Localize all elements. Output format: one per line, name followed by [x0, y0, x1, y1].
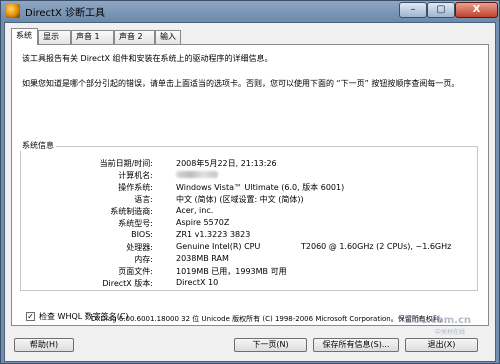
save-all-info-button[interactable]: 保存所有信息(S)... [313, 338, 399, 352]
tab-sound-2[interactable]: 声音 2 [114, 30, 155, 44]
info-row-manufacturer: 系统制造商: Acer, inc. [12, 206, 490, 217]
maximize-button[interactable]: ▢ [427, 2, 455, 18]
window-title: DirectX 诊断工具 [25, 8, 105, 19]
copyright-footer: DxDiag 6.00.6001.18000 32 位 Unicode 版权所有… [91, 315, 447, 323]
info-value: 2038MB RAM [176, 254, 229, 263]
info-label: 语言: [134, 195, 153, 204]
info-row-computer-name: 计算机名: [12, 170, 490, 181]
info-value: Acer, inc. [176, 206, 214, 215]
info-row-datetime: 当前日期/时间: 2008年5月22日, 21:13:26 [12, 158, 490, 169]
dxdiag-window: DirectX 诊断工具 – ▢ X 系统 显示 声音 1 声音 2 输入 该工… [0, 0, 500, 364]
info-label: BIOS: [131, 230, 153, 239]
next-page-button[interactable]: 下一页(N) [234, 338, 307, 352]
info-label: 系统制造商: [110, 207, 153, 216]
info-row-memory: 内存: 2038MB RAM [12, 254, 490, 265]
exit-button[interactable]: 退出(X) [405, 338, 478, 352]
info-value: Genuine Intel(R) CPU [176, 242, 261, 251]
dialog-client-area: 系统 显示 声音 1 声音 2 输入 该工具报告有关 DirectX 组件和安装… [4, 22, 496, 362]
watermark-caption: 中关村在线 [435, 329, 466, 336]
info-value: ZR1 v1.3223 3823 [176, 230, 251, 239]
info-value: 中文 (简体) (区域设置: 中文 (简体)) [176, 195, 304, 204]
intro-text-1: 该工具报告有关 DirectX 组件和安装在系统上的驱动程序的详细信息。 [22, 54, 273, 63]
tab-display[interactable]: 显示 [38, 30, 71, 44]
title-bar[interactable]: DirectX 诊断工具 – ▢ X [1, 1, 499, 22]
directx-app-icon [6, 4, 20, 18]
tab-system[interactable]: 系统 [11, 28, 38, 45]
whql-checkbox[interactable]: ✓ [26, 312, 35, 321]
info-row-os: 操作系统: Windows Vista™ Ultimate (6.0, 版本 6… [12, 182, 490, 193]
minimize-button[interactable]: – [399, 2, 427, 18]
info-row-language: 语言: 中文 (简体) (区域设置: 中文 (简体)) [12, 194, 490, 205]
info-row-processor: 处理器: Genuine Intel(R) CPU T2060 @ 1.60GH… [12, 242, 490, 253]
info-label: DirectX 版本: [102, 279, 153, 288]
help-button[interactable]: 帮助(H) [14, 338, 74, 352]
info-value-cpu-speed: T2060 @ 1.60GHz (2 CPUs), ~1.6GHz [301, 242, 452, 251]
info-value: DirectX 10 [176, 278, 219, 287]
info-value: Windows Vista™ Ultimate (6.0, 版本 6001) [176, 183, 345, 192]
system-info-label: 系统信息 [20, 140, 56, 151]
info-label: 页面文件: [118, 267, 153, 276]
computer-name-redacted [176, 170, 218, 179]
info-row-bios: BIOS: ZR1 v1.3223 3823 [12, 230, 490, 241]
info-label: 当前日期/时间: [99, 159, 153, 168]
system-tab-panel: 该工具报告有关 DirectX 组件和安装在系统上的驱动程序的详细信息。 如果您… [11, 44, 489, 326]
info-row-directx: DirectX 版本: DirectX 10 [12, 278, 490, 289]
tab-sound-1[interactable]: 声音 1 [71, 30, 114, 44]
info-label: 系统型号: [118, 219, 153, 228]
info-value: Aspire 5570Z [176, 218, 230, 227]
info-row-pagefile: 页面文件: 1019MB 已用，1993MB 可用 [12, 266, 490, 277]
watermark-logo: ZOL.com.cn [405, 315, 471, 326]
info-label: 操作系统: [118, 183, 153, 192]
tab-input[interactable]: 输入 [155, 30, 181, 44]
info-label: 计算机名: [118, 171, 153, 180]
info-value: 1019MB 已用，1993MB 可用 [176, 267, 287, 276]
info-value: 2008年5月22日, 21:13:26 [176, 159, 277, 168]
info-row-model: 系统型号: Aspire 5570Z [12, 218, 490, 229]
close-button[interactable]: X [455, 2, 498, 18]
intro-text-2: 如果您知道是哪个部分引起的错误，请单击上面适当的选项卡。否则，您可以使用下面的 … [22, 79, 460, 88]
info-label: 处理器: [126, 243, 153, 252]
info-label: 内存: [134, 255, 153, 264]
